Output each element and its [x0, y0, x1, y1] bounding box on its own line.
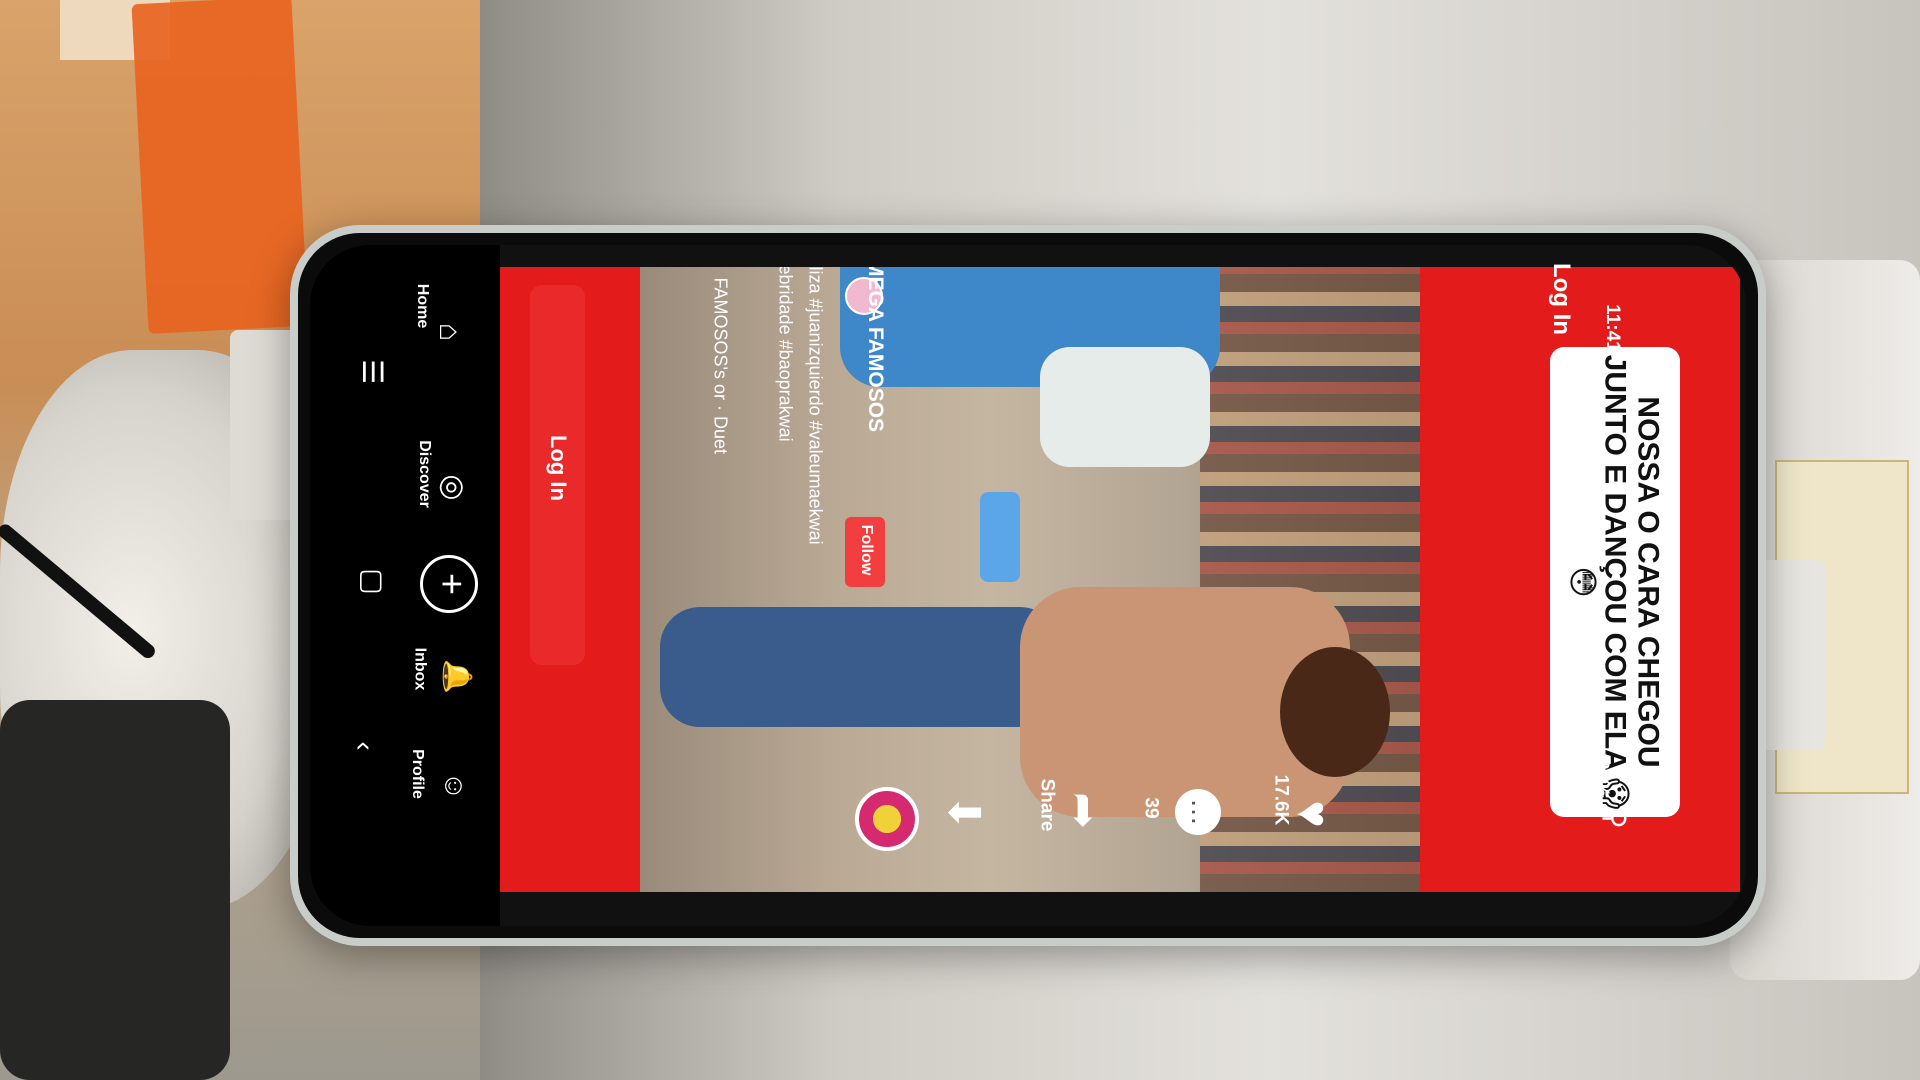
- compass-icon[interactable]: ◎: [436, 474, 471, 500]
- login-button-label[interactable]: Log In: [545, 418, 571, 518]
- video-figure-shirt: [1040, 347, 1210, 467]
- phone-device: ⌂ Home ◎ Discover + 🔔 Inbox ☺ Profile ☰ …: [290, 225, 1766, 946]
- bell-icon[interactable]: 🔔: [441, 659, 474, 694]
- background-orange-box: [131, 0, 309, 334]
- caption-line-2: #Celebridade #baoprakwai: [775, 267, 796, 442]
- profile-icon[interactable]: ☺: [438, 772, 470, 801]
- signal-wifi-icon: ✈ ◠: [1621, 681, 1639, 713]
- system-home-icon[interactable]: ▢: [357, 568, 390, 594]
- system-recents-icon[interactable]: ☰: [356, 359, 389, 384]
- heart-icon[interactable]: ♥: [1287, 800, 1341, 827]
- bottom-nav: ⌂ Home ◎ Discover + 🔔 Inbox ☺ Profile ☰ …: [310, 245, 500, 926]
- video-figure-hair: [1280, 647, 1390, 777]
- account-name[interactable]: MEGA FAMOSOS: [863, 267, 887, 499]
- nav-discover-label[interactable]: Discover: [415, 440, 433, 508]
- battery-level: 39%: [1591, 758, 1613, 798]
- top-login-link[interactable]: Log In: [1547, 263, 1575, 335]
- video-player[interactable]: MEGA FAMOSOS Follow #viraliza #juanizqui…: [640, 267, 1420, 892]
- like-count: 17.6K: [1270, 774, 1292, 826]
- create-plus-icon[interactable]: +: [420, 555, 478, 613]
- share-icon[interactable]: ➦: [1058, 792, 1109, 829]
- video-bottle: [980, 492, 1020, 582]
- status-time: 11:41: [1601, 304, 1623, 352]
- sound-label[interactable]: FAMOSOS's or · Duet: [710, 278, 731, 778]
- comment-icon[interactable]: …: [1175, 789, 1221, 835]
- phone-screen: ⌂ Home ◎ Discover + 🔔 Inbox ☺ Profile ☰ …: [310, 245, 1746, 926]
- nav-profile-label[interactable]: Profile: [408, 749, 426, 799]
- headline-text: NOSSA O CARA CHEGOU JUNTO E DANÇOU COM E…: [1566, 347, 1665, 817]
- nav-home-label[interactable]: Home: [413, 284, 431, 328]
- background-camera: [0, 700, 230, 1080]
- feed-area: Log In MEGA FAMOSOS Follow #viraliza #ju…: [500, 263, 1740, 892]
- headline-card: NOSSA O CARA CHEGOU JUNTO E DANÇOU COM E…: [1550, 347, 1680, 817]
- share-label[interactable]: Share: [1035, 779, 1057, 832]
- login-button[interactable]: Log In: [530, 285, 585, 665]
- download-icon[interactable]: ⬇: [938, 794, 989, 831]
- home-icon[interactable]: ⌂: [432, 323, 466, 341]
- nav-inbox-label[interactable]: Inbox: [410, 648, 428, 691]
- system-back-icon[interactable]: ‹: [349, 741, 381, 750]
- search-icon[interactable]: ⚲: [1599, 808, 1632, 829]
- follow-label[interactable]: Follow: [857, 515, 875, 585]
- comment-count: 39: [1140, 797, 1162, 819]
- account-avatar-large[interactable]: [855, 787, 919, 851]
- follow-button[interactable]: Follow: [845, 517, 885, 587]
- caption-line-1: #viraliza #juanizquierdo #valeumaekwai: [805, 267, 826, 545]
